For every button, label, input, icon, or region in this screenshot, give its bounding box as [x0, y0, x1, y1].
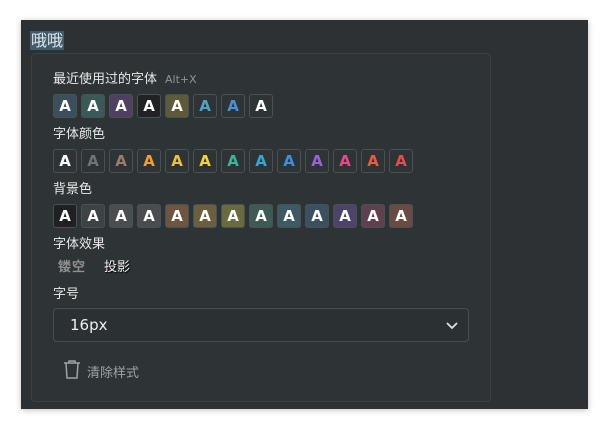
font-size-select[interactable]: 16px: [53, 308, 469, 342]
font-color-swatch[interactable]: A: [389, 149, 413, 173]
font-color-swatch[interactable]: A: [193, 149, 217, 173]
recent-font-swatch[interactable]: A: [249, 94, 273, 118]
recent-font-swatch[interactable]: A: [221, 94, 245, 118]
background-color-swatch[interactable]: A: [277, 204, 301, 228]
font-color-swatch[interactable]: A: [165, 149, 189, 173]
background-color-swatch[interactable]: A: [333, 204, 357, 228]
recent-font-swatch[interactable]: A: [137, 94, 161, 118]
font-color-swatch[interactable]: A: [137, 149, 161, 173]
background-color-swatch[interactable]: A: [361, 204, 385, 228]
recent-font-swatch[interactable]: A: [81, 94, 105, 118]
background-color-swatch[interactable]: A: [389, 204, 413, 228]
font-color-swatches: AAAAAAAAAAAAA: [53, 149, 413, 173]
recent-fonts-swatches: AAAAAAAA: [53, 94, 273, 118]
background-color-swatch[interactable]: A: [193, 204, 217, 228]
trash-icon: [63, 359, 81, 383]
recent-font-swatch[interactable]: A: [193, 94, 217, 118]
clear-style-button[interactable]: 清除样式: [63, 359, 139, 383]
background-color-title: 背景色: [53, 182, 93, 197]
background-color-swatch[interactable]: A: [137, 204, 161, 228]
font-color-title: 字体颜色: [53, 127, 106, 142]
recent-shortcut-hint: Alt+X: [165, 73, 197, 86]
recent-fonts-title: 最近使用过的字体 Alt+X: [53, 71, 197, 89]
font-color-swatch[interactable]: A: [81, 149, 105, 173]
font-color-swatch[interactable]: A: [305, 149, 329, 173]
editor-area[interactable]: 哦哦 最近使用过的字体 Alt+X AAAAAAAA 字体颜色 AAAAAAAAA…: [21, 20, 588, 409]
font-size-title: 字号: [53, 287, 80, 302]
background-color-swatch[interactable]: A: [81, 204, 105, 228]
font-color-swatch[interactable]: A: [249, 149, 273, 173]
background-color-swatch[interactable]: A: [165, 204, 189, 228]
recent-font-swatch[interactable]: A: [165, 94, 189, 118]
font-effect-title: 字体效果: [53, 237, 106, 252]
font-color-swatch[interactable]: A: [53, 149, 77, 173]
shadow-effect-button[interactable]: 投影: [104, 259, 130, 277]
background-color-swatch[interactable]: A: [305, 204, 329, 228]
font-color-swatch[interactable]: A: [333, 149, 357, 173]
recent-font-swatch[interactable]: A: [53, 94, 77, 118]
font-color-swatch[interactable]: A: [361, 149, 385, 173]
clear-style-label: 清除样式: [87, 365, 140, 381]
background-color-swatch[interactable]: A: [53, 204, 77, 228]
background-color-swatch[interactable]: A: [109, 204, 133, 228]
selected-text[interactable]: 哦哦: [30, 31, 65, 50]
hollow-effect-button[interactable]: 镂空: [58, 259, 86, 277]
font-style-panel: 最近使用过的字体 Alt+X AAAAAAAA 字体颜色 AAAAAAAAAAAA…: [31, 53, 491, 402]
chevron-down-icon: [446, 316, 458, 334]
recent-font-swatch[interactable]: A: [109, 94, 133, 118]
font-size-value: 16px: [70, 316, 108, 334]
background-color-swatch[interactable]: A: [249, 204, 273, 228]
font-effects: 镂空 投影: [58, 259, 130, 277]
font-color-swatch[interactable]: A: [109, 149, 133, 173]
font-color-swatch[interactable]: A: [221, 149, 245, 173]
background-color-swatches: AAAAAAAAAAAAA: [53, 204, 413, 228]
background-color-swatch[interactable]: A: [221, 204, 245, 228]
font-color-swatch[interactable]: A: [277, 149, 301, 173]
editor-text[interactable]: 哦哦: [30, 28, 65, 54]
recent-fonts-label: 最近使用过的字体: [53, 72, 158, 87]
